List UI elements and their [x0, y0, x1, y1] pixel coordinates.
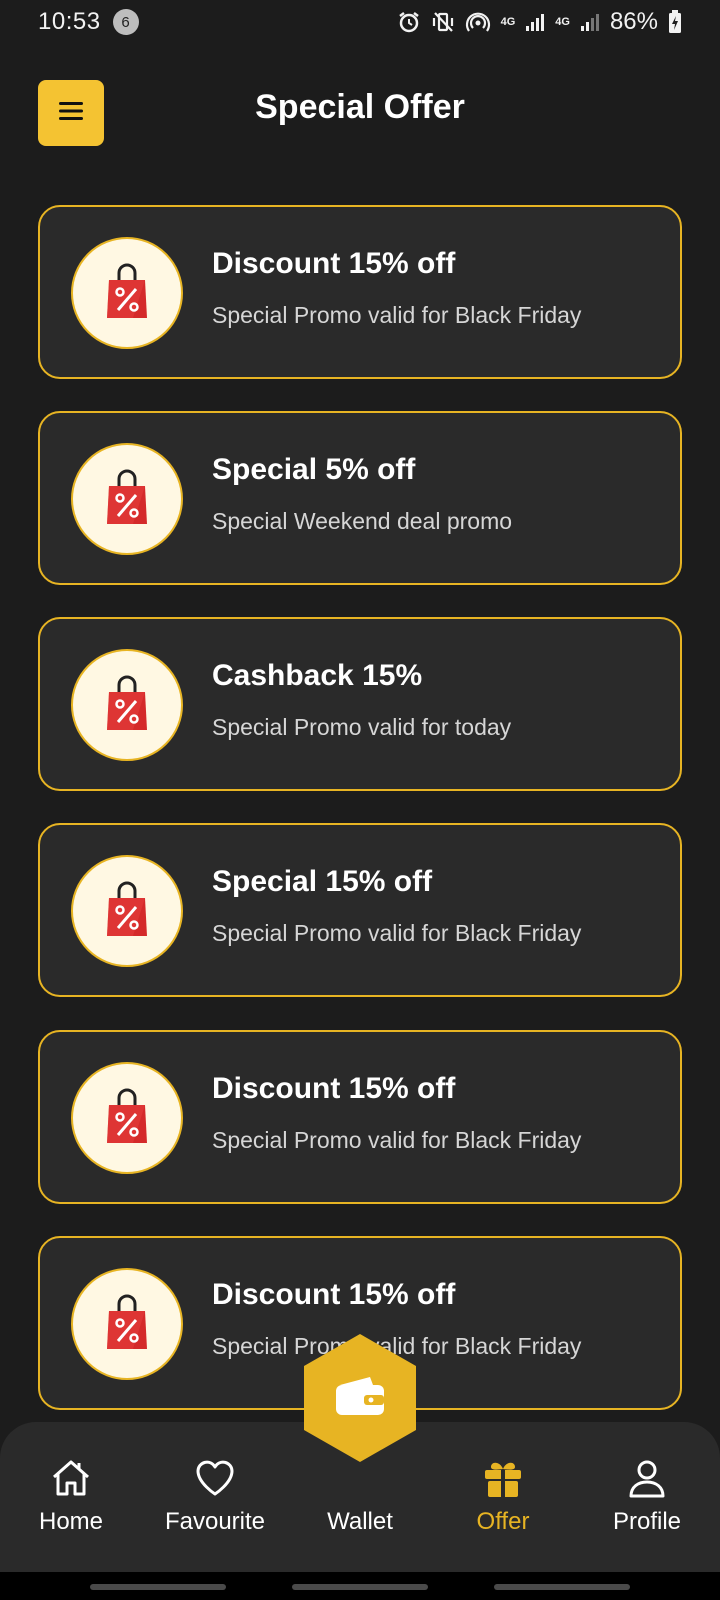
status-time: 10:53 — [38, 8, 101, 35]
nav-item-wallet[interactable]: Wallet — [295, 1454, 425, 1536]
network-type-label: 4G — [555, 16, 570, 28]
offer-subtitle: Special Promo valid for Black Friday — [212, 302, 582, 328]
user-icon — [582, 1454, 712, 1502]
status-icons: 4G 4G 86% — [397, 8, 682, 36]
shopping-bag-percent-icon — [105, 262, 149, 325]
offer-subtitle: Special Promo valid for Black Friday — [212, 1127, 582, 1153]
shopping-bag-percent-icon — [105, 468, 149, 531]
nav-label: Profile — [612, 1508, 682, 1535]
offer-subtitle: Special Weekend deal promo — [212, 508, 513, 534]
nav-item-profile[interactable]: Profile — [582, 1454, 712, 1536]
nav-label: Favourite — [164, 1508, 266, 1535]
offer-title: Special 15% off — [212, 865, 433, 898]
offer-title: Special 5% off — [212, 453, 416, 486]
alarm-icon — [397, 10, 421, 34]
vibrate-off-icon — [431, 10, 455, 34]
nav-label: Wallet — [327, 1508, 393, 1535]
signal-icon — [525, 12, 545, 32]
offer-card[interactable]: Cashback 15% Special Promo valid for tod… — [38, 617, 682, 791]
shopping-bag-percent-icon — [105, 1087, 149, 1150]
network-type-label: 4G — [500, 16, 516, 28]
offer-title: Discount 15% off — [212, 1278, 456, 1311]
offer-icon-circle — [71, 649, 183, 761]
offer-subtitle: Special Promo valid for today — [212, 714, 512, 740]
offer-title: Discount 15% off — [212, 247, 456, 280]
offer-card[interactable]: Special 15% off Special Promo valid for … — [38, 823, 682, 997]
signal-icon — [580, 12, 600, 32]
offer-icon-circle — [71, 443, 183, 555]
system-recents-gesture[interactable] — [494, 1584, 630, 1590]
offer-card[interactable]: Special 5% off Special Weekend deal prom… — [38, 411, 682, 585]
offer-title: Discount 15% off — [212, 1072, 456, 1105]
system-home-gesture[interactable] — [292, 1584, 428, 1590]
shopping-bag-percent-icon — [105, 674, 149, 737]
wallet-icon — [334, 1375, 386, 1422]
offer-icon-circle — [71, 237, 183, 349]
offer-icon-circle — [71, 1268, 183, 1380]
nav-item-offer[interactable]: Offer — [438, 1454, 568, 1536]
status-bar: 10:53 6 4G 4G 86% — [0, 0, 720, 44]
shopping-bag-percent-icon — [105, 1293, 149, 1356]
nav-item-favourite[interactable]: Favourite — [150, 1454, 280, 1536]
nav-label: Offer — [476, 1508, 530, 1535]
home-icon — [6, 1454, 136, 1502]
nav-label: Home — [38, 1508, 104, 1535]
nav-item-home[interactable]: Home — [6, 1454, 136, 1536]
offer-icon-circle — [71, 855, 183, 967]
battery-percentage: 86% — [609, 8, 658, 35]
offer-card[interactable]: Discount 15% off Special Promo valid for… — [38, 1030, 682, 1204]
offer-subtitle: Special Promo valid for Black Friday — [212, 920, 582, 946]
notification-count-badge: 6 — [112, 9, 139, 35]
system-navigation-bar — [0, 1572, 720, 1600]
offer-icon-circle — [71, 1062, 183, 1174]
heart-icon — [150, 1454, 280, 1502]
page-title: Special Offer — [255, 88, 465, 126]
system-back-gesture[interactable] — [90, 1584, 226, 1590]
hotspot-icon — [465, 10, 491, 34]
shopping-bag-percent-icon — [105, 880, 149, 943]
bottom-nav: Home Favourite Wallet Offer Profile — [0, 1334, 720, 1572]
gift-icon — [438, 1454, 568, 1502]
offer-card[interactable]: Discount 15% off Special Promo valid for… — [38, 205, 682, 379]
battery-charging-icon — [668, 10, 682, 34]
offer-title: Cashback 15% — [212, 659, 423, 692]
